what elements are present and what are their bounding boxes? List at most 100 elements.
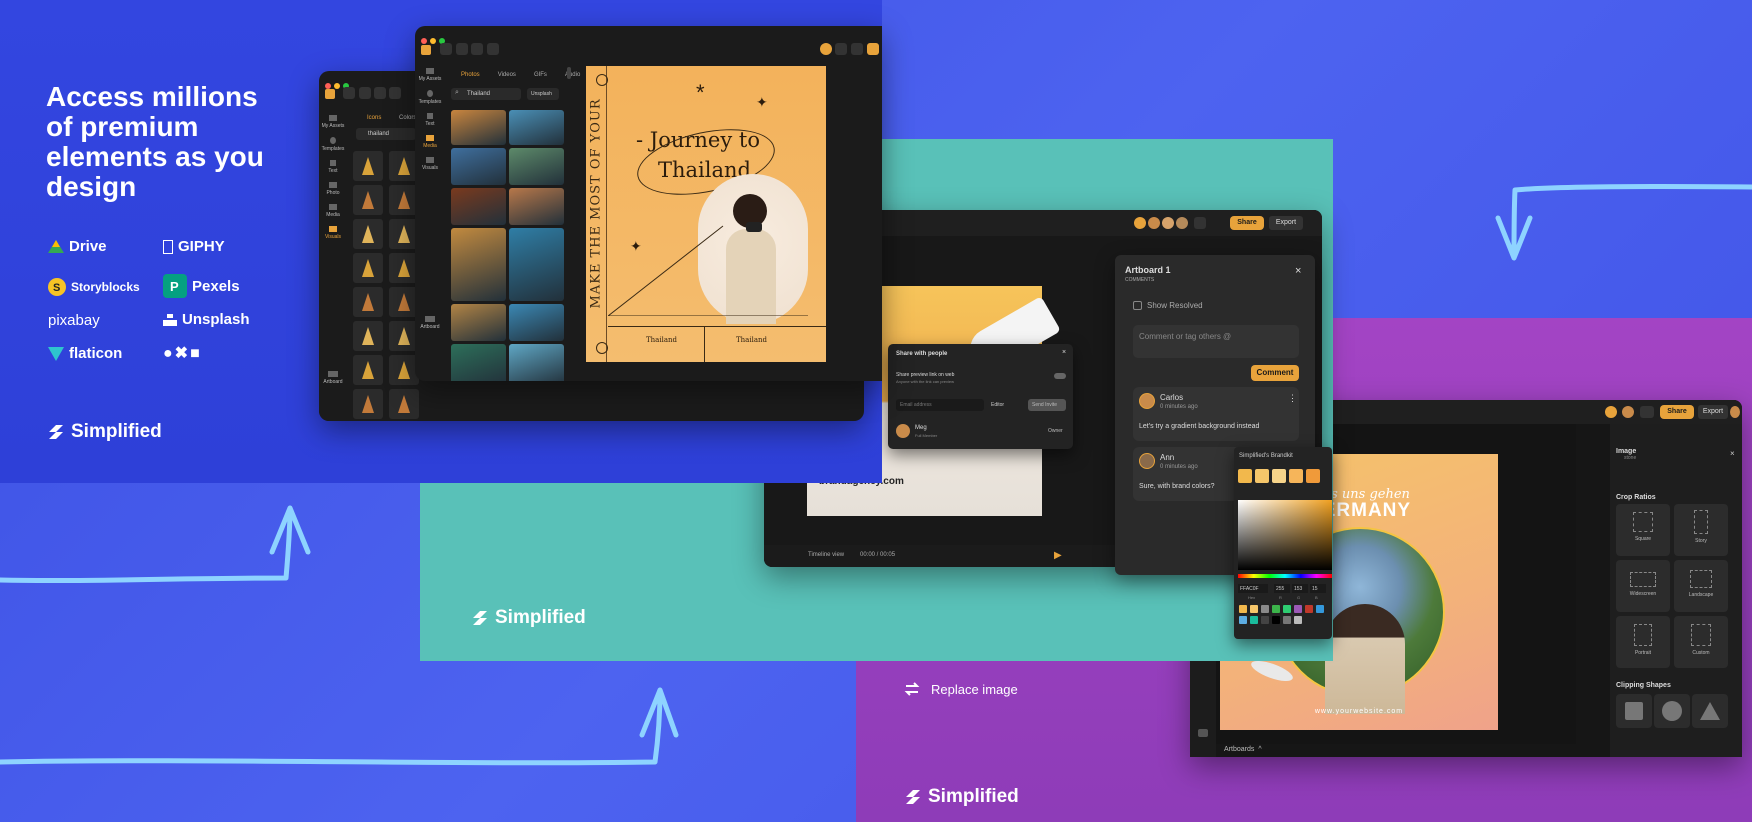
- rail-item[interactable]: Media: [319, 204, 347, 218]
- comment-button[interactable]: Comment: [1251, 365, 1299, 381]
- avatar[interactable]: [1134, 217, 1146, 229]
- hex-input[interactable]: FFAC0F: [1238, 584, 1268, 593]
- palette-swatch[interactable]: [1261, 605, 1269, 613]
- palette-swatch[interactable]: [1294, 605, 1302, 613]
- share-button[interactable]: Share: [1660, 405, 1694, 419]
- palette-swatch[interactable]: [1305, 605, 1313, 613]
- photo-thumbnail[interactable]: [451, 344, 506, 381]
- user-avatar[interactable]: [1730, 406, 1740, 418]
- palette-swatch[interactable]: [1250, 605, 1258, 613]
- palette-swatch[interactable]: [1283, 605, 1291, 613]
- close-icon[interactable]: ×: [1062, 349, 1066, 356]
- icon-thumbnail[interactable]: [353, 355, 383, 385]
- photo-thumbnail[interactable]: [509, 148, 564, 185]
- crop-tile-widescreen[interactable]: Widescreen: [1616, 560, 1670, 612]
- clip-shape-triangle[interactable]: [1692, 694, 1728, 728]
- rail-item[interactable]: Templates: [319, 137, 347, 152]
- icon-thumbnail[interactable]: [353, 151, 383, 181]
- settings-icon[interactable]: [487, 43, 499, 55]
- play-icon[interactable]: ▶: [1054, 550, 1062, 561]
- crop-tile-custom[interactable]: Custom: [1674, 616, 1728, 668]
- eye-icon[interactable]: [851, 43, 863, 55]
- brand-swatch[interactable]: [1238, 469, 1252, 483]
- source-select[interactable]: Unsplash: [527, 88, 559, 100]
- artboards-label[interactable]: Artboards: [1224, 746, 1254, 753]
- avatar[interactable]: [1622, 406, 1634, 418]
- rail-item[interactable]: Templates: [415, 90, 445, 105]
- tab-photos[interactable]: Photos: [461, 72, 480, 78]
- rail-item-active[interactable]: Media: [415, 135, 445, 149]
- photo-thumbnail[interactable]: [509, 344, 564, 381]
- g-input[interactable]: 153: [1292, 584, 1308, 593]
- avatar[interactable]: [1605, 406, 1617, 418]
- app-logo[interactable]: [325, 89, 335, 99]
- export-button[interactable]: Export: [1269, 216, 1303, 230]
- back-button[interactable]: [440, 43, 452, 55]
- icon-thumbnail[interactable]: [389, 389, 419, 419]
- palette-swatch[interactable]: [1250, 616, 1258, 624]
- redo-button[interactable]: [471, 43, 483, 55]
- tab-gifs[interactable]: GIFs: [534, 72, 547, 78]
- palette-swatch[interactable]: [1283, 616, 1291, 624]
- brand-swatch[interactable]: [1306, 469, 1320, 483]
- color-gradient-picker[interactable]: [1238, 500, 1332, 570]
- icon-thumbnail[interactable]: [353, 219, 383, 249]
- replace-image-row[interactable]: Replace image: [903, 680, 1018, 698]
- palette-swatch[interactable]: [1239, 616, 1247, 624]
- brand-swatch[interactable]: [1289, 469, 1303, 483]
- send-invite-button[interactable]: Send Invite: [1028, 399, 1066, 411]
- photo-thumbnail[interactable]: [509, 110, 564, 145]
- rail-item[interactable]: Artboard: [415, 316, 445, 330]
- rail-item[interactable]: My Assets: [319, 115, 347, 129]
- role-select[interactable]: Editor: [988, 399, 1024, 411]
- rail-item[interactable]: Text: [415, 113, 445, 127]
- brand-swatch[interactable]: [1272, 469, 1286, 483]
- crop-tile-story[interactable]: Story: [1674, 504, 1728, 556]
- crop-tile-square[interactable]: Square: [1616, 504, 1670, 556]
- crop-tile-portrait[interactable]: Portrait: [1616, 616, 1670, 668]
- search-input[interactable]: Thailand: [451, 88, 521, 100]
- photo-thumbnail[interactable]: [509, 304, 564, 341]
- clip-shape-square[interactable]: [1616, 694, 1652, 728]
- artboard-icon[interactable]: [1198, 729, 1208, 737]
- minimize-dot[interactable]: [334, 83, 340, 89]
- palette-swatch[interactable]: [1239, 605, 1247, 613]
- eye-icon[interactable]: [1194, 217, 1206, 229]
- email-input[interactable]: Email address: [896, 399, 984, 411]
- undo-button[interactable]: [359, 87, 371, 99]
- photo-thumbnail[interactable]: [509, 228, 564, 301]
- photo-thumbnail[interactable]: [451, 148, 506, 185]
- icon-thumbnail[interactable]: [353, 253, 383, 283]
- icon-thumbnail[interactable]: [353, 321, 383, 351]
- photo-thumbnail[interactable]: [451, 304, 506, 341]
- settings-icon[interactable]: [389, 87, 401, 99]
- icon-thumbnail[interactable]: [353, 185, 383, 215]
- close-icon[interactable]: ×: [1295, 265, 1301, 277]
- back-button[interactable]: [343, 87, 355, 99]
- avatar[interactable]: [820, 43, 832, 55]
- hue-slider[interactable]: [1238, 574, 1332, 578]
- palette-swatch[interactable]: [1294, 616, 1302, 624]
- share-button[interactable]: Share: [1230, 216, 1264, 230]
- crop-tile-landscape[interactable]: Landscape: [1674, 560, 1728, 612]
- icon-thumbnail[interactable]: [353, 389, 383, 419]
- tab-colors[interactable]: Colors: [399, 115, 416, 121]
- tab-videos[interactable]: Videos: [498, 72, 516, 78]
- photo-thumbnail[interactable]: [451, 110, 506, 145]
- preview-toggle[interactable]: [1054, 373, 1066, 379]
- redo-button[interactable]: [374, 87, 386, 99]
- close-icon[interactable]: ×: [1730, 449, 1735, 458]
- palette-swatch[interactable]: [1316, 605, 1324, 613]
- bolt-icon[interactable]: [835, 43, 847, 55]
- rail-item[interactable]: Visuals: [415, 157, 445, 171]
- clip-shape-circle[interactable]: [1654, 694, 1690, 728]
- panel-close[interactable]: [567, 67, 571, 79]
- b-input[interactable]: 15: [1310, 584, 1326, 593]
- app-logo[interactable]: [421, 45, 431, 55]
- avatar[interactable]: [1148, 217, 1160, 229]
- icon-thumbnail[interactable]: [353, 287, 383, 317]
- avatar[interactable]: [1176, 217, 1188, 229]
- photo-thumbnail[interactable]: [451, 188, 506, 225]
- rail-item[interactable]: Photo: [319, 182, 347, 196]
- palette-swatch[interactable]: [1272, 616, 1280, 624]
